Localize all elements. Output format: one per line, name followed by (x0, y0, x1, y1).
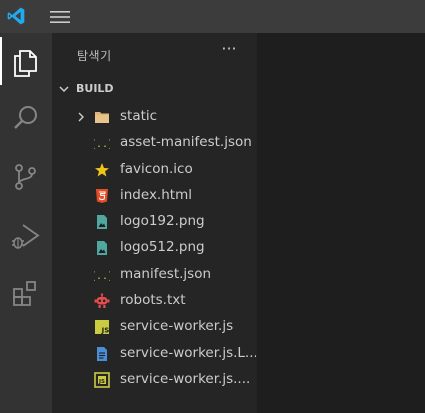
hamburger-menu-icon[interactable] (50, 10, 70, 24)
source-control-icon (15, 164, 36, 190)
json-icon: {..} (94, 271, 110, 282)
json-icon: {..} (94, 139, 110, 150)
file-tree: static {..} asset-manifest.json favicon.… (52, 104, 257, 393)
sidebar-title: 탐색기 (77, 49, 112, 63)
tree-item-label: favicon.ico (120, 160, 193, 177)
tree-item-service-worker-js[interactable]: JS service-worker.js (52, 314, 257, 340)
tree-item-manifest[interactable]: {..} manifest.json (52, 262, 257, 288)
tree-item-index-html[interactable]: index.html (52, 183, 257, 209)
svg-text:{..}: {..} (94, 139, 110, 150)
extensions-icon (13, 281, 36, 306)
section-label: BUILD (76, 82, 114, 95)
tree-item-label: manifest.json (120, 265, 212, 282)
vscode-logo-icon (7, 7, 25, 25)
html5-icon (96, 188, 108, 203)
activity-explorer[interactable] (0, 37, 52, 85)
explorer-sidebar: 탐색기 ··· BUILD static {..} asset-manifest… (52, 33, 257, 413)
tree-item-robots[interactable]: robots.txt (52, 288, 257, 314)
chevron-right-icon (78, 112, 84, 122)
tree-item-label: static (120, 108, 158, 124)
js-icon: JS (95, 320, 110, 335)
activity-search[interactable] (0, 92, 52, 140)
activity-extensions[interactable] (0, 267, 52, 315)
activity-bar (0, 33, 52, 413)
svg-text:JS: JS (98, 379, 105, 385)
title-bar (0, 0, 425, 33)
tree-item-logo512[interactable]: logo512.png (52, 235, 257, 261)
svg-text:JS: JS (101, 327, 110, 335)
tree-item-favicon[interactable]: favicon.ico (52, 157, 257, 183)
robot-icon (94, 293, 110, 309)
image-icon (97, 241, 107, 256)
tree-item-label: robots.txt (120, 292, 186, 309)
tree-item-label: asset-manifest.json (120, 134, 252, 151)
image-icon (97, 215, 107, 230)
chevron-down-icon (59, 86, 69, 93)
search-icon (14, 106, 37, 129)
activity-run-debug[interactable] (0, 210, 52, 258)
tree-item-label: service-worker.js.... (120, 370, 251, 387)
svg-text:{..}: {..} (94, 271, 110, 282)
document-icon (97, 346, 107, 361)
tree-item-logo192[interactable]: logo192.png (52, 209, 257, 235)
section-header-build[interactable]: BUILD (52, 78, 257, 100)
tree-item-service-worker-map[interactable]: JS service-worker.js.... (52, 367, 257, 393)
tree-item-service-worker-license[interactable]: service-worker.js.L... (52, 341, 257, 367)
js-map-icon: JS (94, 372, 110, 388)
tree-item-label: logo512.png (120, 239, 205, 256)
activity-source-control[interactable] (0, 151, 52, 199)
run-debug-icon (12, 224, 40, 249)
tree-item-label: logo192.png (120, 213, 205, 230)
folder-icon (95, 112, 109, 123)
tree-item-label: index.html (120, 186, 192, 203)
tree-item-static[interactable]: static (52, 104, 257, 130)
tree-item-label: service-worker.js.L... (120, 344, 256, 361)
tree-item-asset-manifest[interactable]: {..} asset-manifest.json (52, 130, 257, 156)
more-actions-button[interactable]: ··· (220, 41, 238, 58)
editor-area (257, 33, 425, 413)
explorer-icon (14, 50, 37, 77)
tree-item-label: service-worker.js (120, 318, 234, 335)
star-icon (95, 162, 109, 177)
